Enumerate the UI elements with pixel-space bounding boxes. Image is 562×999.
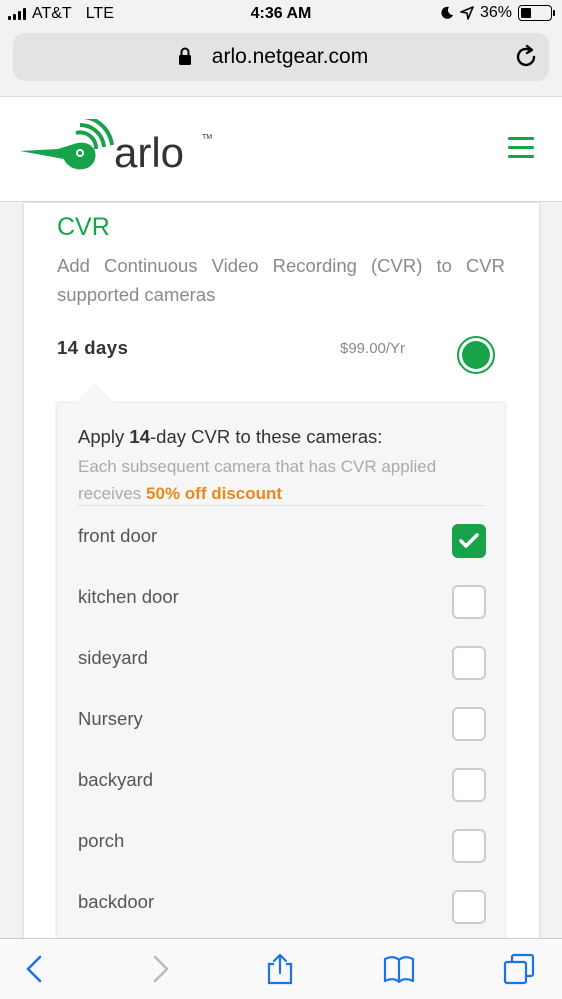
camera-row[interactable]: kitchen door [78,578,486,628]
tabs-icon[interactable] [503,953,535,985]
popup-arrow [74,383,116,404]
url-bar[interactable]: arlo.netgear.com [13,33,549,81]
bookmarks-icon[interactable] [383,953,415,985]
camera-row[interactable]: front door [78,517,486,567]
forward-icon[interactable] [143,953,175,985]
camera-name: Nursery [78,708,143,729]
camera-row[interactable]: sideyard [78,639,486,689]
browser-toolbar [0,938,562,999]
moon-icon [441,6,453,19]
camera-name: front door [78,525,158,546]
camera-name: sideyard [78,647,148,668]
apply-note: Each subsequent camera that has CVR appl… [78,457,437,503]
checkmark-icon [459,533,479,548]
battery-percent: 36% [479,4,512,21]
svg-text:TM: TM [202,134,212,141]
camera-checkbox[interactable] [452,829,486,863]
camera-name: backyard [78,769,154,790]
logo-text: arlo [114,129,184,176]
plan-price: $99.00/Yr [340,340,406,357]
camera-checkbox-checked[interactable] [452,524,486,558]
arlo-logo[interactable]: arlo TM [18,115,218,179]
camera-checkbox[interactable] [452,646,486,680]
discount-highlight: 50% off discount [146,484,283,503]
cvr-description: Add Continuous Video Recording (CVR) to … [57,255,505,305]
status-bar: AT&T LTE 4:36 AM 36% [0,0,562,30]
back-icon[interactable] [20,953,52,985]
camera-row[interactable]: porch [78,822,486,872]
arlo-bird-logo-icon: arlo TM [20,115,212,176]
plan-days: 14 days [57,337,129,358]
apply-cameras-popup: Apply 14-day CVR to these cameras: Each … [57,403,505,963]
share-icon[interactable] [264,953,296,985]
hamburger-menu-icon[interactable] [508,137,534,159]
cvr-title: CVR [57,213,110,241]
camera-row[interactable]: Nursery [78,700,486,750]
plan-radio-button[interactable] [457,336,495,374]
camera-row[interactable]: backdoor [78,883,486,933]
camera-name: porch [78,830,125,851]
camera-name: kitchen door [78,586,179,607]
camera-checkbox[interactable] [452,707,486,741]
battery-icon [518,5,555,21]
camera-checkbox[interactable] [452,768,486,802]
camera-row[interactable]: backyard [78,761,486,811]
apply-title: Apply 14-day CVR to these cameras: [78,426,383,447]
site-header: arlo TM [0,96,562,202]
camera-name: backdoor [78,891,155,912]
divider [78,505,484,506]
location-arrow-icon [460,6,474,20]
camera-checkbox[interactable] [452,890,486,924]
reload-icon[interactable] [513,44,539,70]
status-right: 36% [440,4,555,22]
url-text[interactable]: arlo.netgear.com [13,45,549,69]
cvr-card: CVR Add Continuous Video Recording (CVR)… [24,203,539,963]
camera-checkbox[interactable] [452,585,486,619]
